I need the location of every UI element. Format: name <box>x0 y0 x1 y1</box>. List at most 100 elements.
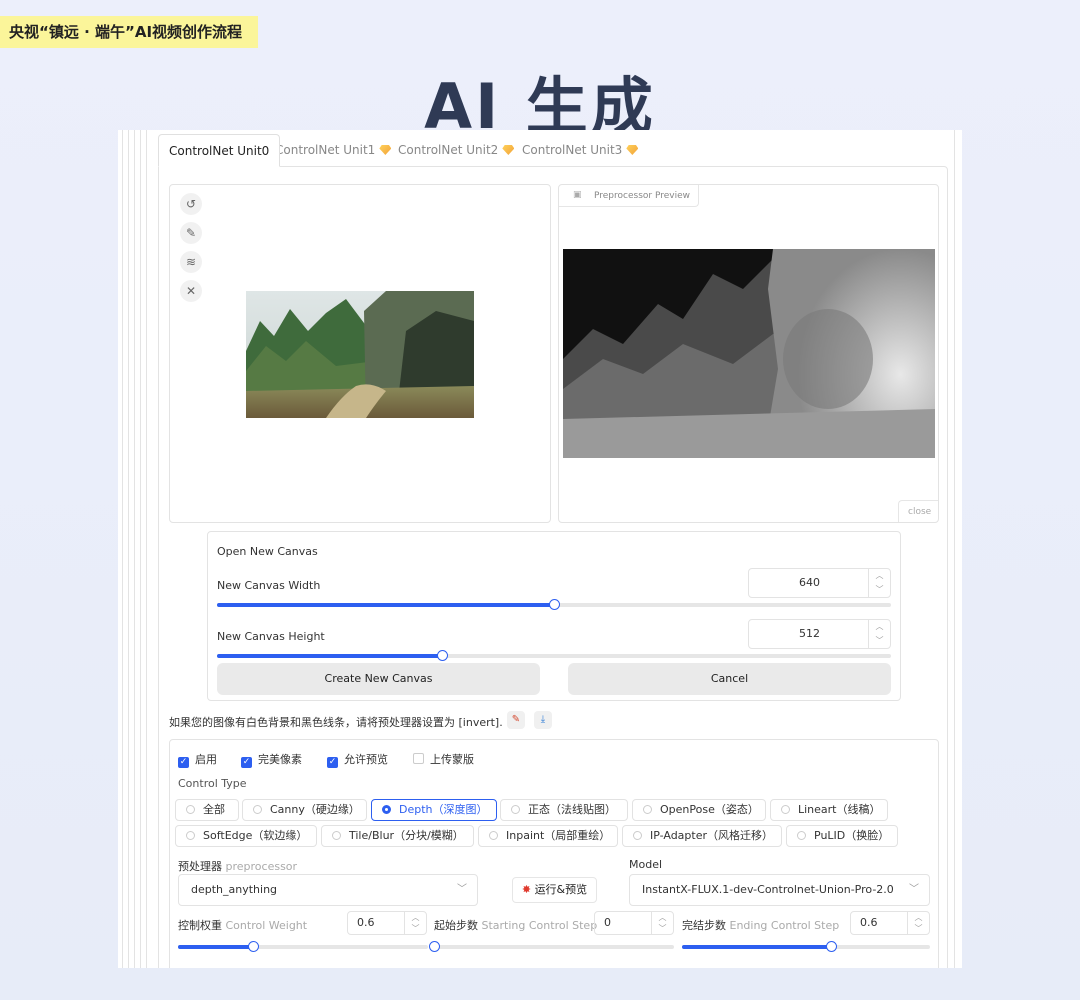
start-step-sublabel: Starting Control Step <box>481 919 598 932</box>
send-dimensions-icon[interactable]: ⤓ <box>534 711 552 729</box>
canvas-heading: Open New Canvas <box>217 545 318 558</box>
allow-preview-checkbox[interactable]: ✓ 允许预览 <box>327 751 388 768</box>
end-step-stepper[interactable]: ︿ ﹀ <box>907 912 929 934</box>
checkbox-label: 上传蒙版 <box>430 753 474 766</box>
invert-hint: 如果您的图像有白色背景和黑色线条，请将预处理器设置为 [invert]. <box>169 716 503 729</box>
canvas-width-value: 640 <box>799 576 820 589</box>
radio-icon <box>186 805 195 814</box>
brush-clear-icon[interactable]: ≋ <box>180 251 202 273</box>
close-icon[interactable]: ✕ <box>180 280 202 302</box>
chevron-down-icon[interactable]: ﹀ <box>405 923 426 934</box>
radio-icon <box>489 831 498 840</box>
control-type-canny[interactable]: Canny（硬边缘） <box>242 799 367 821</box>
model-select[interactable]: InstantX-FLUX.1-dev-Controlnet-Union-Pro… <box>629 874 930 906</box>
control-weight-label-text: 控制权重 <box>178 919 222 932</box>
control-weight-input[interactable]: 0.6 ︿ ﹀ <box>347 911 427 935</box>
panel-border-line <box>122 130 123 968</box>
tab-controlnet-unit1[interactable]: ControlNet Unit1 <box>275 134 392 167</box>
close-preview-button[interactable]: close <box>898 500 938 522</box>
run-preview-button[interactable]: ✸ 运行&预览 <box>512 877 597 903</box>
tab-controlnet-unit0[interactable]: ControlNet Unit0 <box>158 134 281 167</box>
panel-border-line <box>954 130 955 968</box>
control-weight-value: 0.6 <box>357 916 375 929</box>
slider-fill <box>682 945 831 949</box>
chevron-up-icon[interactable]: ︿ <box>405 912 426 923</box>
radio-label: PuLID（换脸） <box>814 829 890 842</box>
start-step-slider[interactable] <box>429 941 674 952</box>
preprocessor-select[interactable]: depth_anything ﹀ <box>178 874 478 906</box>
control-type-ip-adapter[interactable]: IP-Adapter（风格迁移） <box>622 825 782 847</box>
tab-label: ControlNet Unit2 <box>398 143 499 157</box>
control-type-openpose[interactable]: OpenPose（姿态） <box>632 799 766 821</box>
height-stepper[interactable]: ︿ ﹀ <box>868 620 890 648</box>
tab-controlnet-unit2[interactable]: ControlNet Unit2 <box>398 134 515 167</box>
image-input-panel[interactable]: ↺ ✎ ≋ ✕ <box>169 184 551 523</box>
new-canvas-panel: Open New Canvas New Canvas Width 640 ︿ ﹀ … <box>207 531 901 701</box>
chevron-down-icon[interactable]: ﹀ <box>869 634 890 648</box>
pixel-perfect-checkbox[interactable]: ✓ 完美像素 <box>241 751 302 768</box>
slider-handle[interactable] <box>825 941 837 952</box>
control-type-inpaint[interactable]: Inpaint（局部重绘） <box>478 825 618 847</box>
radio-selected-icon <box>382 805 391 814</box>
canvas-width-slider[interactable] <box>217 599 891 610</box>
end-step-input[interactable]: 0.6 ︿ ﹀ <box>850 911 930 935</box>
control-type-depth[interactable]: Depth（深度图） <box>371 799 497 821</box>
tab-controlnet-unit3[interactable]: ControlNet Unit3 <box>522 134 639 167</box>
slider-handle[interactable] <box>437 650 449 661</box>
invert-swap-icon[interactable]: ✎ <box>507 711 525 729</box>
tab-label: ControlNet Unit1 <box>275 143 376 157</box>
chevron-up-icon[interactable]: ︿ <box>908 912 929 923</box>
cancel-button[interactable]: Cancel <box>568 663 891 695</box>
canvas-height-input[interactable]: 512 ︿ ﹀ <box>748 619 891 649</box>
end-step-slider[interactable] <box>682 941 930 952</box>
canvas-height-value: 512 <box>799 627 820 640</box>
end-step-value: 0.6 <box>860 916 878 929</box>
width-stepper[interactable]: ︿ ﹀ <box>868 569 890 597</box>
slider-handle[interactable] <box>549 599 560 610</box>
chevron-up-icon[interactable]: ︿ <box>652 912 673 923</box>
slider-fill <box>217 603 554 607</box>
check-icon: ✓ <box>178 757 189 768</box>
chevron-down-icon: ﹀ <box>457 884 467 895</box>
control-type-lineart[interactable]: Lineart（线稿） <box>770 799 888 821</box>
control-type-normal[interactable]: 正态（法线贴图） <box>500 799 628 821</box>
controlnet-settings-panel <box>169 739 939 968</box>
undo-icon[interactable]: ↺ <box>180 193 202 215</box>
checkbox-label: 允许预览 <box>344 753 388 766</box>
explosion-icon: ✸ <box>521 883 532 896</box>
chevron-up-icon[interactable]: ︿ <box>869 569 890 583</box>
radio-icon <box>643 805 652 814</box>
preview-label-tab: ▣ Preprocessor Preview <box>559 185 699 207</box>
radio-icon <box>797 831 806 840</box>
chevron-down-icon[interactable]: ﹀ <box>908 923 929 934</box>
radio-label: SoftEdge（软边缘） <box>203 829 308 842</box>
canvas-width-label: New Canvas Width <box>217 579 321 592</box>
chevron-up-icon[interactable]: ︿ <box>869 620 890 634</box>
control-weight-slider[interactable] <box>178 941 428 952</box>
control-type-tile-blur[interactable]: Tile/Blur（分块/模糊） <box>321 825 474 847</box>
control-type-label: Control Type <box>178 777 247 790</box>
start-step-stepper[interactable]: ︿ ﹀ <box>651 912 673 934</box>
radio-label: Lineart（线稿） <box>798 803 881 816</box>
preprocessor-preview-panel: ▣ Preprocessor Preview close <box>558 184 939 523</box>
chevron-down-icon[interactable]: ﹀ <box>652 923 673 934</box>
control-type-pulid[interactable]: PuLID（换脸） <box>786 825 898 847</box>
slider-handle[interactable] <box>248 941 259 952</box>
preprocessor-label: 预处理器 preprocessor <box>178 858 297 874</box>
create-canvas-button[interactable]: Create New Canvas <box>217 663 540 695</box>
canvas-width-input[interactable]: 640 ︿ ﹀ <box>748 568 891 598</box>
control-type-all[interactable]: 全部 <box>175 799 239 821</box>
tab-label: ControlNet Unit3 <box>522 143 623 157</box>
chevron-down-icon[interactable]: ﹀ <box>869 583 890 597</box>
control-type-softedge[interactable]: SoftEdge（软边缘） <box>175 825 317 847</box>
panel-border-line <box>134 130 135 968</box>
preprocessor-value: depth_anything <box>191 883 278 896</box>
enable-checkbox[interactable]: ✓ 启用 <box>178 751 217 768</box>
pencil-icon[interactable]: ✎ <box>180 222 202 244</box>
canvas-height-slider[interactable] <box>217 650 891 661</box>
control-weight-stepper[interactable]: ︿ ﹀ <box>404 912 426 934</box>
upload-mask-checkbox[interactable]: 上传蒙版 <box>413 751 474 767</box>
start-step-input[interactable]: 0 ︿ ﹀ <box>594 911 674 935</box>
slider-handle[interactable] <box>429 941 440 952</box>
radio-icon <box>253 805 262 814</box>
